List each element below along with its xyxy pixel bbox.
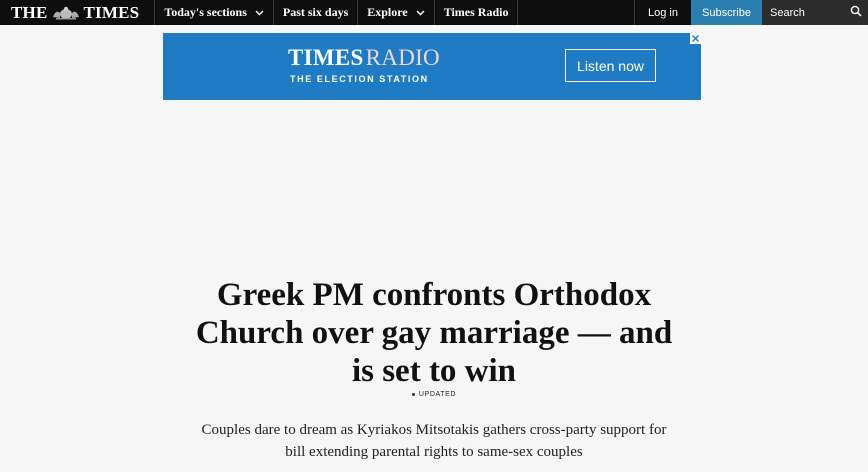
nav-explore-label: Explore [367, 5, 408, 19]
updated-status: UPDATED [0, 391, 868, 398]
ad-brand-times: TIMES [288, 45, 364, 70]
nav-times-radio-label: Times Radio [443, 5, 509, 19]
nav-past-six-days-label: Past six days [282, 5, 349, 19]
logo-text-times: TIMES [83, 2, 140, 22]
ad-close-icon[interactable] [690, 33, 701, 44]
ad-brand-radio: RADIO [365, 45, 440, 70]
search-icon[interactable] [850, 5, 862, 20]
logo-text-the: THE [11, 2, 48, 22]
royal-crest-icon [51, 6, 81, 20]
search-input[interactable]: Search [762, 0, 868, 25]
nav-past-six-days[interactable]: Past six days [274, 0, 359, 25]
subscribe-button[interactable]: Subscribe [691, 0, 762, 25]
nav-explore[interactable]: Explore [358, 0, 435, 25]
top-navigation-bar: THE TIMES Today's sections Past six days… [0, 0, 868, 25]
login-label: Log in [648, 6, 678, 19]
listen-now-label: Listen now [577, 57, 644, 74]
chevron-down-icon [255, 10, 264, 16]
advertisement-banner[interactable]: TIMESRADIO THE ELECTION STATION Listen n… [163, 33, 701, 100]
listen-now-button[interactable]: Listen now [565, 49, 656, 82]
updated-label: UPDATED [418, 391, 457, 398]
ad-tagline: THE ELECTION STATION [290, 74, 429, 84]
ad-brand-logo: TIMESRADIO [288, 45, 440, 71]
status-dot-icon [411, 393, 415, 396]
article-headline: Greek PM confronts Orthodox Church over … [195, 277, 673, 389]
nav-todays-sections-label: Today's sections [164, 5, 247, 19]
article-standfirst: Couples dare to dream as Kyriakos Mitsot… [201, 422, 667, 460]
subscribe-label: Subscribe [702, 6, 751, 19]
times-logo[interactable]: THE TIMES [0, 0, 156, 25]
nav-todays-sections[interactable]: Today's sections [155, 0, 274, 25]
chevron-down-icon [416, 10, 425, 16]
nav-times-radio[interactable]: Times Radio [435, 0, 519, 25]
search-placeholder: Search [770, 6, 805, 19]
login-button[interactable]: Log in [634, 0, 691, 25]
